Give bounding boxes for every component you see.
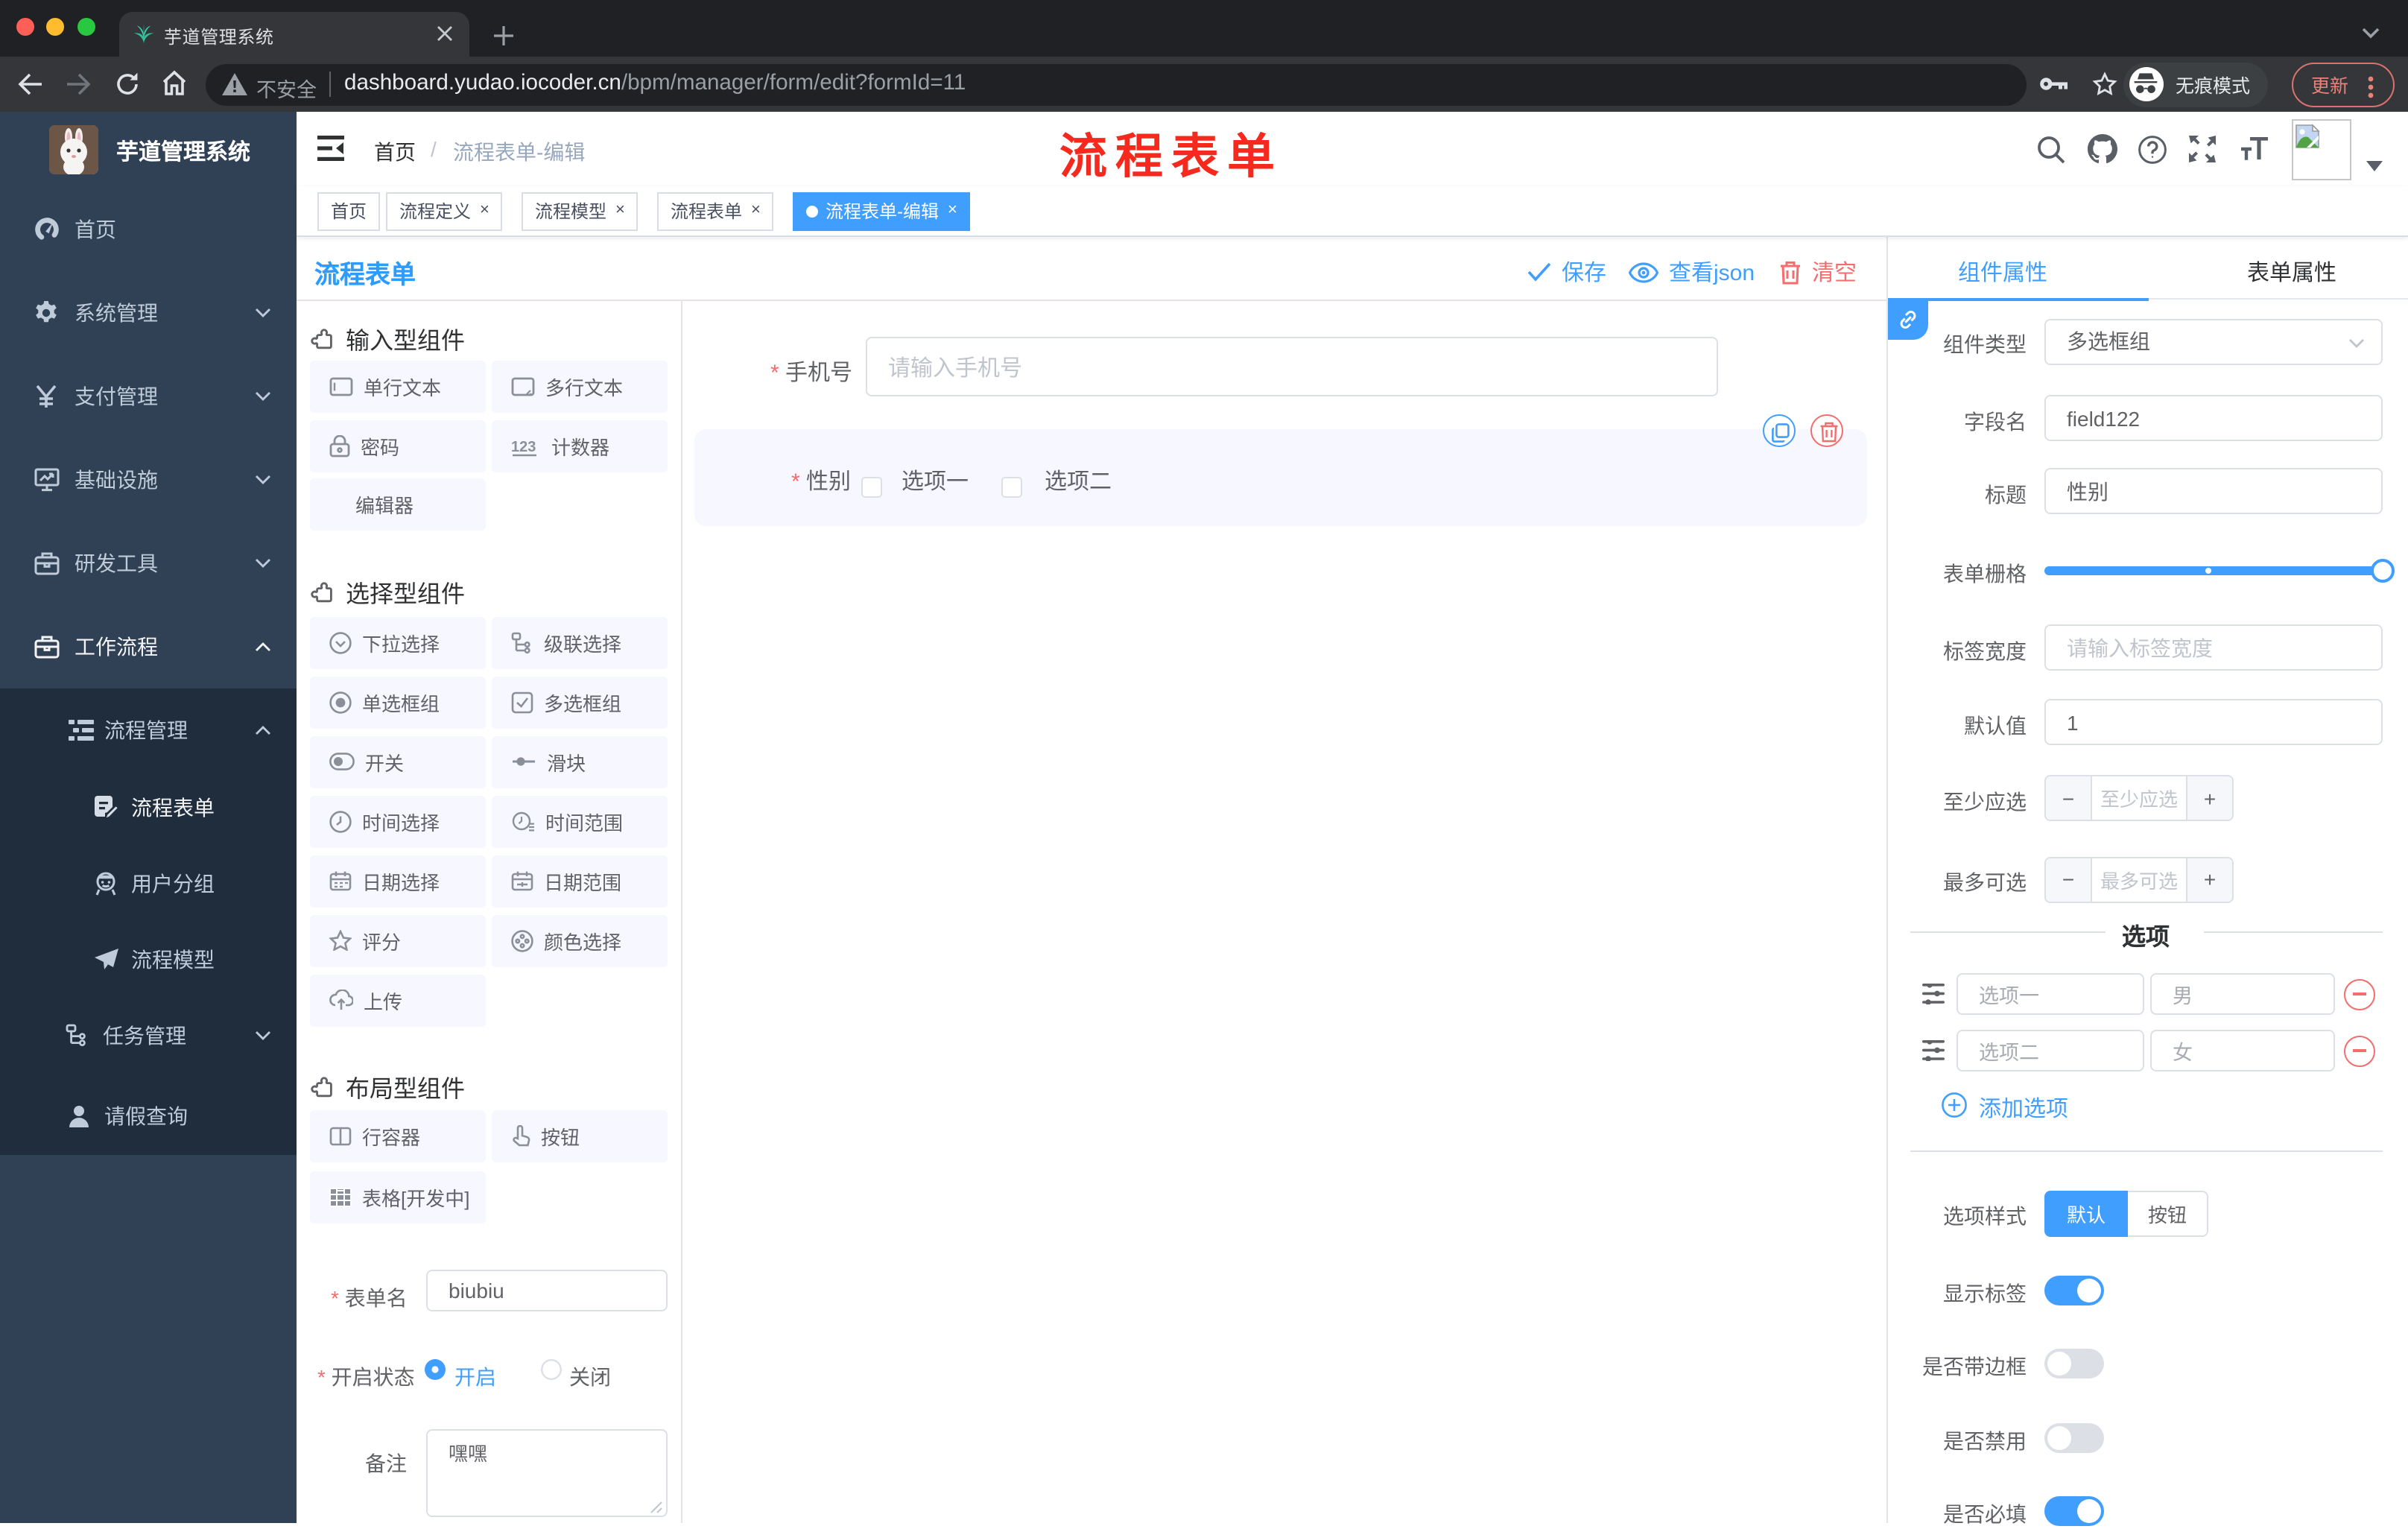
svg-text:123: 123 xyxy=(511,438,536,455)
